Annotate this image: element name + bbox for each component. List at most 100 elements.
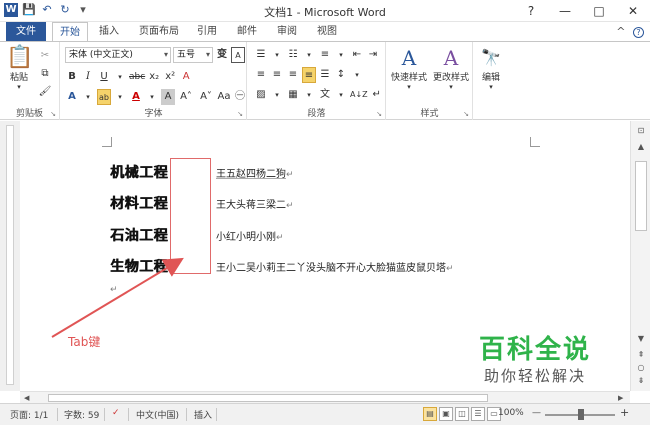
paste-button[interactable]: 📋 粘贴 ▾ (6, 46, 33, 92)
styles-launcher-icon[interactable]: ↘ (463, 110, 469, 118)
clear-format-icon[interactable]: A (179, 69, 193, 85)
highlight-button[interactable]: ab (97, 89, 111, 105)
help-button[interactable]: ? (514, 0, 548, 22)
horizontal-scrollbar[interactable]: ◀ ▶ (20, 391, 630, 403)
member-names: 王五赵四杨二狗↵ (216, 168, 294, 180)
group-font: 宋体 (中文正文) ▾ 五号 ▾ 变 A B I U ▾ abc x₂ x² A A… (61, 42, 247, 120)
collapse-ribbon-icon[interactable]: ^ (616, 25, 625, 38)
ruler-toggle-icon[interactable]: ⊡ (634, 125, 648, 137)
clipboard-launcher-icon[interactable]: ↘ (50, 110, 56, 118)
align-center-button[interactable]: ≡ (270, 67, 284, 83)
watermark-title: 百科全说 (478, 335, 591, 365)
underline-button[interactable]: U (97, 69, 111, 85)
word-app-icon[interactable]: W (4, 3, 18, 17)
cut-icon[interactable]: ✂ (38, 48, 52, 64)
prev-page-icon[interactable]: ⇞ (634, 349, 648, 361)
zoom-level[interactable]: 100% (498, 408, 524, 418)
change-case-button[interactable]: Aa (217, 89, 231, 105)
document-line[interactable]: 生物工程 王小二吴小莉王二丫没头脑不开心大脸猫蓝皮鼠贝塔↵ (110, 256, 454, 276)
next-page-icon[interactable]: ⇟ (634, 375, 648, 387)
chinese-layout-button[interactable]: 文 (318, 87, 332, 103)
decrease-indent-button[interactable]: ⇤ (350, 47, 364, 63)
document-line[interactable]: 机械工程 王五赵四杨二狗↵ (110, 162, 294, 182)
bold-button[interactable]: B (65, 69, 79, 85)
quick-styles-button[interactable]: A 快速样式 ▾ (389, 46, 429, 91)
page-count[interactable]: 页面: 1/1 (10, 408, 48, 421)
web-layout-view-icon[interactable]: ◫ (455, 407, 469, 421)
numbering-button[interactable]: ☷ (286, 47, 300, 63)
tab-view[interactable]: 视图 (312, 22, 342, 42)
maximize-button[interactable]: □ (582, 0, 616, 22)
italic-button[interactable]: I (81, 69, 95, 85)
editing-button[interactable]: 🔭 编辑 ▾ (476, 46, 506, 91)
proofing-icon[interactable]: ✓ (112, 408, 120, 418)
tab-mailings[interactable]: 邮件 (232, 22, 262, 42)
text-effects-button[interactable]: A (65, 89, 79, 105)
insert-mode-indicator[interactable]: 插入 (194, 408, 212, 421)
status-bar: 页面: 1/1 字数: 59 ✓ 中文(中国) 插入 ▤ ▣ ◫ ☰ ▭ 100… (0, 403, 650, 425)
tab-file[interactable]: 文件 (6, 22, 46, 42)
zoom-in-button[interactable]: + (620, 406, 629, 419)
grow-font-button[interactable]: A˄ (177, 89, 195, 105)
change-styles-button[interactable]: A 更改样式 ▾ (431, 46, 471, 91)
format-painter-icon[interactable]: 🖌 (38, 84, 52, 100)
subscript-button[interactable]: x₂ (147, 69, 161, 85)
superscript-button[interactable]: x² (163, 69, 177, 85)
tab-page-layout[interactable]: 页面布局 (134, 22, 184, 42)
paragraph-launcher-icon[interactable]: ↘ (376, 110, 382, 118)
group-label-paragraph: 段落 (307, 109, 326, 119)
distribute-button[interactable]: ☰ (318, 67, 332, 83)
vertical-scrollbar[interactable]: ⊡ ▲ ▼ ⇞ ○ ⇟ (630, 121, 650, 391)
align-right-button[interactable]: ≡ (286, 67, 300, 83)
increase-indent-button[interactable]: ⇥ (366, 47, 380, 63)
minimize-button[interactable]: — (548, 0, 582, 22)
multilevel-list-button[interactable]: ≡ (318, 47, 332, 63)
browse-object-icon[interactable]: ○ (634, 362, 648, 374)
help-icon[interactable]: ? (633, 27, 644, 38)
font-launcher-icon[interactable]: ↘ (237, 110, 243, 118)
strikethrough-button[interactable]: abc (129, 69, 145, 85)
redo-icon[interactable]: ↻ (58, 3, 72, 17)
shading-button[interactable]: ▨ (254, 87, 268, 103)
scroll-down-icon[interactable]: ▼ (634, 333, 648, 345)
char-shading-button[interactable]: A (161, 89, 175, 105)
save-icon[interactable]: 💾 (22, 3, 36, 17)
bullets-button[interactable]: ☰ (254, 47, 268, 63)
document-line[interactable]: 材料工程 王大头蒋三梁二↵ (110, 193, 294, 213)
tab-home[interactable]: 开始 (52, 22, 88, 42)
scroll-up-icon[interactable]: ▲ (634, 141, 648, 153)
vertical-scroll-thumb[interactable] (635, 161, 647, 231)
justify-button[interactable]: ≡ (302, 67, 316, 83)
horizontal-scroll-thumb[interactable] (48, 394, 488, 402)
char-border-icon[interactable]: A (231, 47, 245, 63)
zoom-out-button[interactable]: — (532, 408, 541, 418)
font-color-button[interactable]: A (129, 89, 143, 105)
tab-review[interactable]: 审阅 (272, 22, 302, 42)
shrink-font-button[interactable]: A˅ (197, 89, 215, 105)
language-indicator[interactable]: 中文(中国) (136, 408, 179, 421)
copy-icon[interactable]: ⧉ (38, 66, 52, 82)
zoom-slider-thumb[interactable] (578, 409, 584, 420)
font-size-select[interactable]: 五号 ▾ (173, 47, 213, 63)
sort-button[interactable]: A↓Z (350, 87, 368, 103)
show-marks-button[interactable]: ↵ (370, 87, 384, 103)
font-name-select[interactable]: 宋体 (中文正文) ▾ (65, 47, 171, 63)
phonetic-guide-icon[interactable]: 变 (215, 47, 229, 63)
line-spacing-button[interactable]: ↕ (334, 67, 348, 83)
document-line[interactable]: 石油工程 小红小明小刚↵ (110, 225, 284, 245)
tab-references[interactable]: 引用 (192, 22, 222, 42)
enclose-char-icon[interactable]: ㊀ (233, 89, 247, 105)
group-styles: A 快速样式 ▾ A 更改样式 ▾ 样式 ↘ (387, 42, 473, 120)
department-label: 生物工程 (110, 259, 168, 275)
align-left-button[interactable]: ≡ (254, 67, 268, 83)
borders-button[interactable]: ▦ (286, 87, 300, 103)
tab-insert[interactable]: 插入 (94, 22, 124, 42)
close-button[interactable]: ✕ (616, 0, 650, 22)
outline-view-icon[interactable]: ☰ (471, 407, 485, 421)
undo-icon[interactable]: ↶ (40, 3, 54, 17)
view-buttons: ▤ ▣ ◫ ☰ ▭ (423, 407, 501, 421)
customize-qat-icon[interactable]: ▾ (76, 3, 90, 17)
print-layout-view-icon[interactable]: ▤ (423, 407, 437, 421)
word-count[interactable]: 字数: 59 (64, 408, 99, 421)
full-screen-view-icon[interactable]: ▣ (439, 407, 453, 421)
